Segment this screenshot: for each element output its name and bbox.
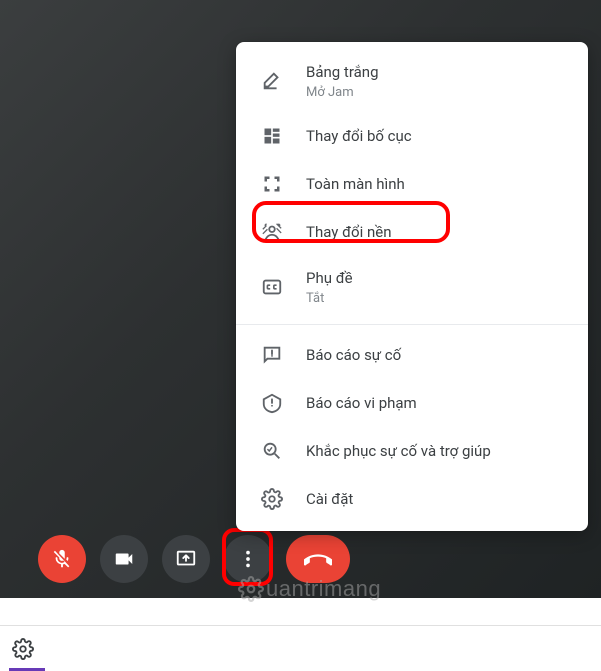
captions-icon <box>260 275 284 299</box>
menu-label: Thay đổi bố cục <box>306 126 412 147</box>
menu-label: Thay đổi nền <box>306 222 392 243</box>
gear-icon <box>260 487 284 511</box>
more-options-button[interactable] <box>224 535 272 583</box>
menu-label: Khắc phục sự cố và trợ giúp <box>306 441 491 462</box>
call-end-icon <box>304 545 332 573</box>
menu-label: Toàn màn hình <box>306 174 405 195</box>
menu-item-change-background[interactable]: Thay đổi nền <box>236 208 588 256</box>
menu-label: Cài đặt <box>306 489 353 510</box>
menu-item-report-abuse[interactable]: Báo cáo vi phạm <box>236 379 588 427</box>
more-options-menu: Bảng trắng Mở Jam Thay đổi bố cục Toàn m… <box>236 42 588 531</box>
menu-sublabel: Tắt <box>306 291 353 306</box>
mic-off-icon <box>51 548 73 570</box>
menu-sublabel: Mở Jam <box>306 85 379 100</box>
layout-icon <box>260 124 284 148</box>
menu-separator <box>236 324 588 325</box>
more-vert-icon <box>237 548 259 570</box>
camera-button[interactable] <box>100 535 148 583</box>
menu-item-fullscreen[interactable]: Toàn màn hình <box>236 160 588 208</box>
fullscreen-icon <box>260 172 284 196</box>
call-toolbar <box>0 520 601 598</box>
whiteboard-icon <box>260 69 284 93</box>
menu-item-report-problem[interactable]: Báo cáo sự cố <box>236 331 588 379</box>
menu-item-layout[interactable]: Thay đổi bố cục <box>236 112 588 160</box>
menu-label: Báo cáo vi phạm <box>306 393 417 414</box>
troubleshoot-icon <box>260 439 284 463</box>
present-screen-button[interactable] <box>162 535 210 583</box>
mute-mic-button[interactable] <box>38 535 86 583</box>
menu-label: Báo cáo sự cố <box>306 345 401 366</box>
hang-up-button[interactable] <box>286 535 350 583</box>
gear-icon[interactable] <box>12 638 34 660</box>
bottom-bar <box>0 625 601 671</box>
report-abuse-icon <box>260 391 284 415</box>
feedback-icon <box>260 343 284 367</box>
menu-item-captions[interactable]: Phụ đề Tắt <box>236 256 588 318</box>
change-background-icon <box>260 220 284 244</box>
menu-item-settings[interactable]: Cài đặt <box>236 475 588 523</box>
menu-label: Bảng trắng <box>306 62 379 83</box>
menu-item-whiteboard[interactable]: Bảng trắng Mở Jam <box>236 50 588 112</box>
camera-icon <box>113 548 135 570</box>
menu-label: Phụ đề <box>306 268 353 289</box>
present-icon <box>175 548 197 570</box>
menu-item-troubleshoot[interactable]: Khắc phục sự cố và trợ giúp <box>236 427 588 475</box>
